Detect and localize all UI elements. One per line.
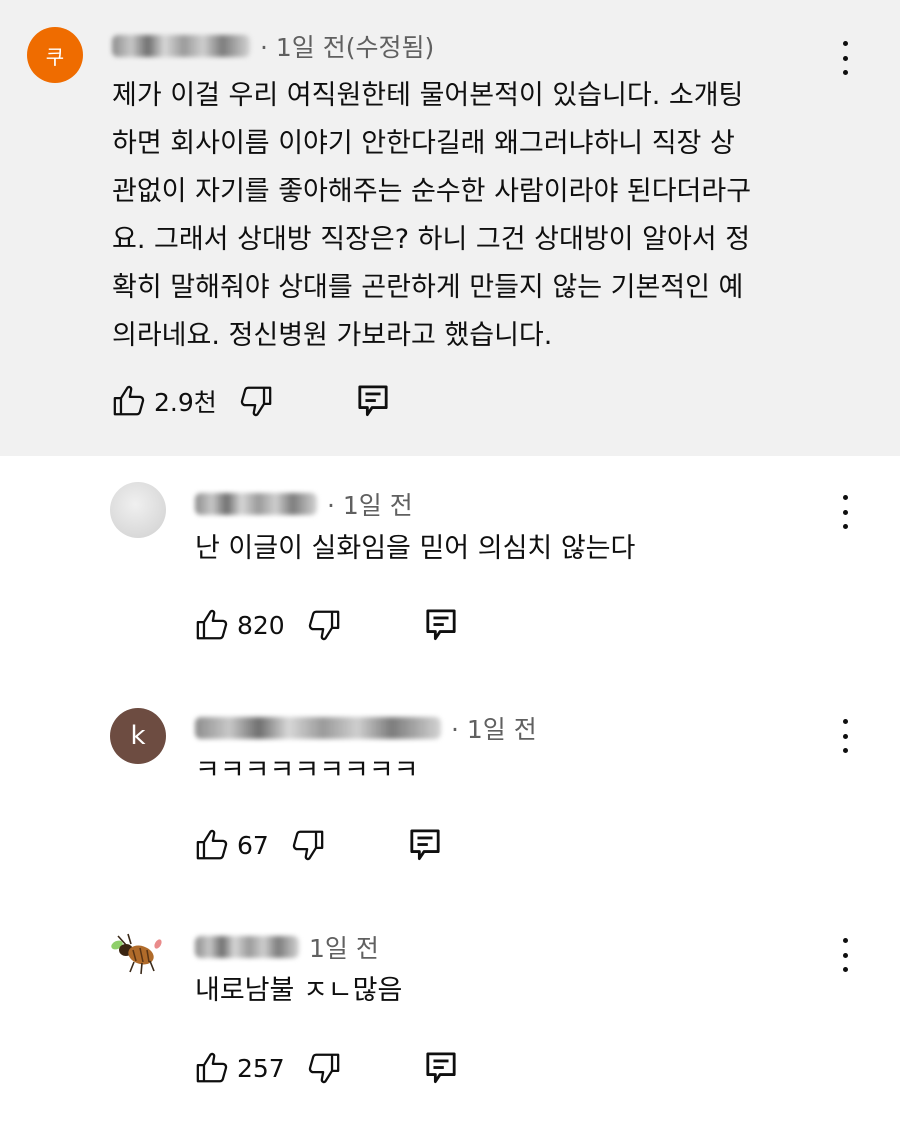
timestamp[interactable]: · 1일 전 — [327, 486, 413, 522]
thumbs-down-icon — [307, 1051, 341, 1085]
comment-line: 요. 그래서 상대방 직장은? 하니 그건 상대방이 알아서 정 — [112, 224, 751, 255]
avatar[interactable] — [110, 482, 166, 538]
dislike-button[interactable] — [307, 608, 341, 642]
comment-line: 확히 말해줘야 상대를 곤란하게 만들지 않는 기본적인 예 — [112, 272, 744, 303]
bug-avatar-icon — [111, 933, 162, 975]
thumbs-down-icon — [239, 384, 273, 418]
dislike-button[interactable] — [291, 828, 325, 862]
more-options-button[interactable] — [835, 495, 855, 529]
more-vertical-icon — [842, 938, 848, 943]
reply-button[interactable] — [425, 1051, 457, 1085]
more-options-button[interactable] — [835, 41, 855, 75]
comment-actions: 2.9천 — [112, 381, 389, 421]
comment-thread: 쿠 · 1일 전(수정됨) 제가 이걸 우리 여직원한테 물어본적이 있습니다.… — [0, 0, 900, 1122]
avatar[interactable]: 쿠 — [27, 27, 83, 83]
comment-meta: · 1일 전(수정됨) — [112, 28, 434, 64]
thumbs-down-icon — [291, 828, 325, 862]
reply-button[interactable] — [425, 608, 457, 642]
comment-body: 내로남불 ㅈㄴ많음 — [195, 975, 403, 1006]
avatar-initial: k — [130, 721, 146, 751]
avatar-initial: 쿠 — [45, 44, 65, 69]
reply-icon — [425, 608, 457, 642]
thumbs-up-icon — [195, 1051, 229, 1085]
more-options-button[interactable] — [835, 938, 855, 972]
thumbs-up-icon — [112, 384, 146, 418]
like-count: 2.9천 — [154, 388, 217, 417]
like-button[interactable]: 820 — [195, 608, 285, 642]
comment-line: 하면 회사이름 이야기 안한다길래 왜그러냐하니 직장 상 — [112, 128, 735, 159]
thumbs-up-icon — [195, 608, 229, 642]
comment-meta: · 1일 전 — [195, 486, 413, 522]
comment-body: ㅋㅋㅋㅋㅋㅋㅋㅋㅋ — [195, 755, 419, 786]
author-name[interactable] — [195, 717, 441, 739]
reply-button[interactable] — [357, 384, 389, 418]
reply-button[interactable] — [409, 828, 441, 862]
dislike-button[interactable] — [239, 384, 273, 418]
like-count: 820 — [237, 610, 285, 640]
author-name[interactable] — [195, 493, 317, 515]
comment-line: 의라네요. 정신병원 가보라고 했습니다. — [112, 320, 553, 351]
like-button[interactable]: 257 — [195, 1051, 285, 1085]
dislike-button[interactable] — [307, 1051, 341, 1085]
comment-meta: 1일 전 — [195, 929, 379, 965]
reply-icon — [357, 384, 389, 418]
avatar[interactable] — [106, 924, 168, 986]
timestamp[interactable]: · 1일 전 — [451, 710, 537, 746]
comment-body: 난 이글이 실화임을 믿어 의심치 않는다 — [195, 533, 636, 564]
comment-actions: 820 — [195, 605, 457, 645]
comment-line: 제가 이걸 우리 여직원한테 물어본적이 있습니다. 소개팅 — [112, 80, 744, 111]
comment-actions: 67 — [195, 825, 441, 865]
comment-meta: · 1일 전 — [195, 710, 537, 746]
like-button[interactable]: 2.9천 — [112, 383, 217, 419]
avatar[interactable]: k — [110, 708, 166, 764]
like-count: 67 — [237, 830, 269, 860]
timestamp[interactable]: · 1일 전(수정됨) — [260, 28, 434, 64]
timestamp[interactable]: 1일 전 — [309, 929, 379, 965]
like-count: 257 — [237, 1053, 285, 1083]
more-options-button[interactable] — [835, 719, 855, 753]
thumbs-up-icon — [195, 828, 229, 862]
more-vertical-icon — [842, 41, 848, 46]
reply-icon — [425, 1051, 457, 1085]
reply-icon — [409, 828, 441, 862]
comment-actions: 257 — [195, 1048, 457, 1088]
more-vertical-icon — [842, 495, 848, 500]
top-comment: 쿠 · 1일 전(수정됨) 제가 이걸 우리 여직원한테 물어본적이 있습니다.… — [0, 0, 900, 456]
thumbs-down-icon — [307, 608, 341, 642]
like-button[interactable]: 67 — [195, 828, 269, 862]
comment-body: 제가 이걸 우리 여직원한테 물어본적이 있습니다. 소개팅 하면 회사이름 이… — [112, 72, 751, 360]
author-name[interactable] — [112, 35, 250, 57]
comment-line: 관없이 자기를 좋아해주는 순수한 사람이라야 된다더라구 — [112, 176, 752, 207]
author-name[interactable] — [195, 936, 299, 958]
more-vertical-icon — [842, 719, 848, 724]
